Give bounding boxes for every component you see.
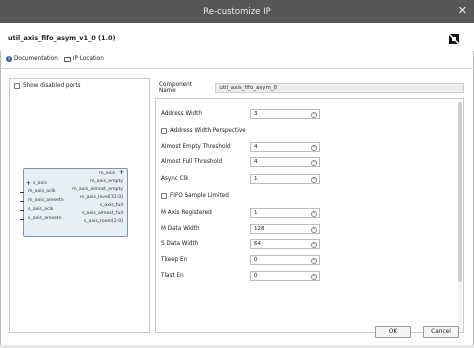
param-list: Address Width 3 × Address Width Perspecti…: [155, 98, 464, 333]
m-data-width-input[interactable]: 128 ×: [250, 224, 320, 234]
port-m-axis-empty: m_axis_empty: [89, 179, 123, 184]
clear-icon[interactable]: ×: [311, 176, 317, 183]
window-title: Re-customize IP: [203, 6, 271, 17]
title-bar: Re-customize IP ✕: [0, 0, 474, 23]
scrollbar-thumb[interactable]: [458, 102, 462, 282]
port-m-axis-aresetn: m_axis_aresetn: [28, 198, 64, 203]
ip-location-link[interactable]: IP Location: [63, 56, 104, 62]
show-disabled-ports-label: Show disabled ports: [23, 83, 81, 89]
almost-full-threshold-input[interactable]: 4 ×: [250, 157, 320, 167]
s-data-width-input[interactable]: 64 ×: [250, 239, 320, 249]
m-axis-registered-value: 1: [254, 210, 258, 216]
almost-empty-threshold-label: Almost Empty Threshold: [161, 144, 231, 150]
port-m-axis-level: m_axis_level[31:0]: [79, 195, 123, 200]
async-clk-label: Async Clk: [161, 176, 189, 182]
almost-full-threshold-value: 4: [254, 159, 258, 165]
tkeep-en-value: 0: [254, 257, 258, 263]
address-width-input[interactable]: 3 ×: [250, 109, 320, 119]
pin-line: [20, 210, 24, 211]
expand-icon[interactable]: +: [119, 170, 124, 176]
port-m-axis: m_axis: [99, 171, 115, 176]
clear-icon[interactable]: ×: [311, 210, 317, 217]
checkbox-box[interactable]: [161, 193, 167, 199]
port-s-axis-almost-full: s_axis_almost_full: [81, 211, 123, 216]
close-icon[interactable]: ✕: [458, 4, 467, 18]
checkbox-box[interactable]: [161, 128, 167, 134]
address-width-perspective-checkbox[interactable]: Address Width Perspective: [161, 126, 246, 136]
component-name-label: Component Name: [159, 82, 193, 94]
s-data-width-value: 64: [254, 241, 261, 247]
divider: [0, 68, 474, 69]
m-data-width-label: M Data Width: [161, 226, 200, 232]
expand-icon[interactable]: +: [26, 181, 31, 187]
window-left-border: [0, 23, 1, 348]
port-m-axis-almost-empty: m_axis_almost_empty: [72, 187, 123, 192]
m-axis-registered-label: M Axis Registered: [161, 210, 212, 216]
async-clk-value: 1: [254, 176, 258, 182]
s-data-width-label: S Data Width: [161, 241, 199, 247]
address-width-perspective-label: Address Width Perspective: [170, 128, 246, 134]
tkeep-en-label: Tkeep En: [161, 257, 188, 263]
ip-title: util_axis_fifo_asym_v1_0 (1.0): [8, 34, 116, 42]
almost-full-threshold-label: Almost Full Threshold: [161, 159, 223, 165]
port-m-axis-aclk: m_axis_aclk: [28, 189, 56, 194]
pin-line: [20, 192, 24, 193]
fifo-sample-limited-label: FIFO Sample Limited: [170, 193, 229, 199]
port-s-axis-aresetn: s_axis_aresetn: [28, 216, 62, 221]
documentation-label: Documentation: [14, 56, 58, 62]
clear-icon[interactable]: ×: [311, 226, 317, 233]
address-width-value: 3: [254, 111, 258, 117]
pin-line: [20, 201, 24, 202]
clear-icon[interactable]: ×: [311, 257, 317, 264]
port-s-axis-aclk: s_axis_aclk: [28, 207, 54, 212]
cancel-button[interactable]: Cancel: [423, 326, 459, 338]
port-s-axis: s_axis: [33, 181, 47, 186]
parameters-panel: Component Name util_axis_fifo_asym_0 Add…: [155, 78, 464, 333]
ok-button[interactable]: OK: [375, 326, 411, 338]
link-bar: i Documentation IP Location: [0, 52, 474, 66]
pin-line: [20, 219, 24, 220]
async-clk-input[interactable]: 1 ×: [250, 174, 320, 184]
m-axis-registered-input[interactable]: 1 ×: [250, 208, 320, 218]
component-name-field[interactable]: util_axis_fifo_asym_0: [215, 83, 464, 93]
clear-icon[interactable]: ×: [311, 111, 317, 118]
clear-icon[interactable]: ×: [311, 159, 317, 166]
tlast-en-label: Tlast En: [161, 273, 184, 279]
ip-header: util_axis_fifo_asym_v1_0 (1.0): [0, 23, 474, 51]
m-data-width-value: 128: [254, 226, 265, 232]
documentation-link[interactable]: i Documentation: [6, 56, 58, 62]
tkeep-en-input[interactable]: 0 ×: [250, 255, 320, 265]
component-name-row: Component Name util_axis_fifo_asym_0: [159, 82, 464, 94]
show-disabled-ports-checkbox[interactable]: Show disabled ports: [14, 83, 81, 89]
port-s-axis-full: s_axis_full: [99, 203, 123, 208]
address-width-label: Address Width: [161, 111, 202, 117]
ip-block-symbol: m_axis + m_axis_empty m_axis_almost_empt…: [20, 168, 128, 237]
clear-icon[interactable]: ×: [311, 144, 317, 151]
almost-empty-threshold-value: 4: [254, 144, 258, 150]
clear-icon[interactable]: ×: [311, 273, 317, 280]
amd-logo-icon: [449, 34, 459, 44]
tlast-en-input[interactable]: 0 ×: [250, 271, 320, 281]
almost-empty-threshold-input[interactable]: 4 ×: [250, 142, 320, 152]
port-s-axis-room: s_axis_room[2:0]: [83, 219, 123, 224]
clear-icon[interactable]: ×: [311, 241, 317, 248]
folder-icon: [63, 56, 71, 62]
info-icon: i: [6, 56, 12, 62]
tlast-en-value: 0: [254, 273, 258, 279]
checkbox-box[interactable]: [14, 83, 20, 89]
fifo-sample-limited-checkbox[interactable]: FIFO Sample Limited: [161, 191, 229, 201]
ip-location-label: IP Location: [72, 56, 104, 62]
